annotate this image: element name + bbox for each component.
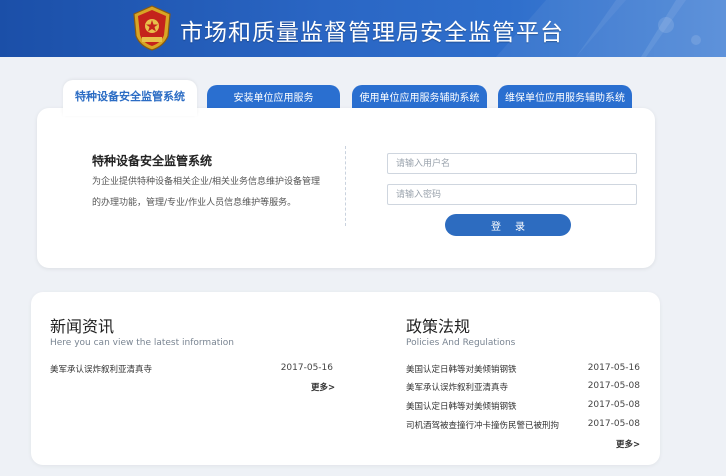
news-item[interactable]: 美军承认误炸叙利亚清真寺 2017-05-16 bbox=[50, 363, 333, 379]
login-button[interactable]: 登录 bbox=[445, 214, 571, 236]
username-input[interactable] bbox=[387, 153, 637, 174]
news-item-date: 2017-05-16 bbox=[280, 363, 333, 373]
policy-item-text[interactable]: 美国认定日韩等对美倾销钢铁 bbox=[406, 363, 517, 375]
tab-special-equipment[interactable]: 特种设备安全监管系统 bbox=[63, 80, 197, 116]
policy-item[interactable]: 司机酒驾被查撞行冲卡撞伤民警已被刑拘 2017-05-08 bbox=[406, 419, 640, 435]
news-item-text[interactable]: 美军承认误炸叙利亚清真寺 bbox=[50, 363, 152, 375]
policy-item-date: 2017-05-16 bbox=[587, 363, 640, 373]
system-title: 特种设备安全监管系统 bbox=[92, 154, 213, 168]
national-emblem-icon bbox=[133, 5, 171, 51]
password-input[interactable] bbox=[387, 184, 637, 205]
policy-item[interactable]: 美国认定日韩等对美倾销钢铁 2017-05-16 bbox=[406, 363, 640, 379]
policy-item-date: 2017-05-08 bbox=[587, 419, 640, 429]
site-title: 市场和质量监督管理局安全监管平台 bbox=[180, 20, 564, 46]
news-subtitle: Here you can view the latest information bbox=[50, 338, 234, 348]
news-title: 新闻资讯 bbox=[50, 317, 115, 336]
policy-subtitle: Policies And Regulations bbox=[406, 338, 516, 348]
panel-divider bbox=[345, 146, 346, 226]
news-more-link[interactable]: 更多> bbox=[311, 381, 335, 393]
policy-item[interactable]: 美国认定日韩等对美倾销钢铁 2017-05-08 bbox=[406, 400, 640, 416]
header-banner: 市场和质量监督管理局安全监管平台 bbox=[0, 0, 726, 57]
policy-more-link[interactable]: 更多> bbox=[616, 438, 640, 450]
policy-item-text[interactable]: 美国认定日韩等对美倾销钢铁 bbox=[406, 400, 517, 412]
system-description: 为企业提供特种设备相关企业/相关业务信息维护设备管理的办理功能，管理/专业/作业… bbox=[92, 177, 321, 208]
policy-item-date: 2017-05-08 bbox=[587, 400, 640, 410]
policy-item[interactable]: 美军承认误炸叙利亚清真寺 2017-05-08 bbox=[406, 381, 640, 397]
policy-item-text[interactable]: 美军承认误炸叙利亚清真寺 bbox=[406, 381, 508, 393]
policy-title: 政策法规 bbox=[406, 317, 471, 336]
policy-item-date: 2017-05-08 bbox=[587, 381, 640, 391]
login-panel: 特种设备安全监管系统 为企业提供特种设备相关企业/相关业务信息维护设备管理的办理… bbox=[37, 108, 655, 268]
info-panel: 新闻资讯 Here you can view the latest inform… bbox=[31, 292, 660, 465]
policy-item-text[interactable]: 司机酒驾被查撞行冲卡撞伤民警已被刑拘 bbox=[406, 419, 559, 431]
